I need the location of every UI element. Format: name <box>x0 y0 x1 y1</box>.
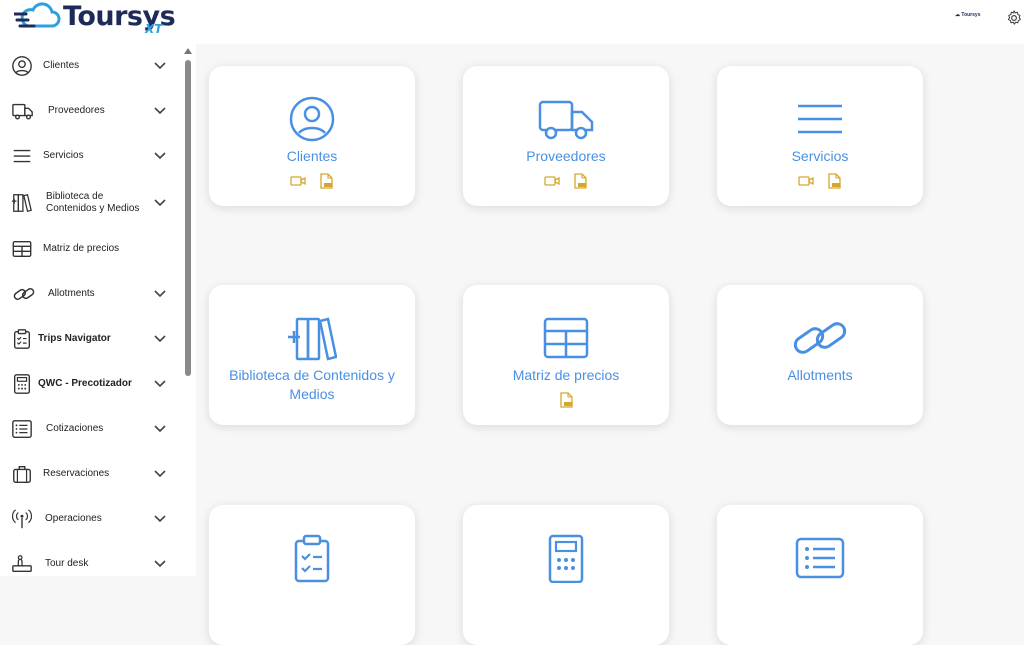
gear-icon[interactable] <box>1005 9 1023 27</box>
card-clientes[interactable]: Clientes <box>209 66 415 206</box>
chevron-down-icon[interactable] <box>154 515 166 523</box>
card-title: Proveedores <box>526 148 606 164</box>
sidebar-item-biblioteca[interactable]: Biblioteca de Contenidos y Medios <box>0 183 180 223</box>
card-title: Matriz de precios <box>512 367 620 383</box>
video-icon[interactable] <box>290 173 306 189</box>
video-icon[interactable] <box>544 173 560 189</box>
pdf-icon[interactable] <box>318 173 334 189</box>
sidebar-item-label: Proveedores <box>48 105 105 116</box>
sidebar-item-label: Clientes <box>43 60 80 71</box>
sidebar-item-qwc[interactable]: QWC - Precotizador <box>0 364 180 404</box>
pdf-icon[interactable] <box>572 173 588 189</box>
sidebar-item-proveedores[interactable]: Proveedores <box>0 91 180 131</box>
brand-logo[interactable]: Toursys XT <box>12 2 176 42</box>
card-title: Servicios <box>791 148 849 164</box>
pdf-icon[interactable] <box>558 392 574 408</box>
top-bar: Toursys XT ☁ Toursys <box>0 0 1024 44</box>
mini-brand-logo: ☁ Toursys <box>955 12 981 18</box>
card-resource-links <box>209 173 415 189</box>
sidebar-item-allotments[interactable]: Allotments <box>0 274 180 314</box>
chevron-down-icon[interactable] <box>154 290 166 298</box>
chevron-down-icon[interactable] <box>154 560 166 568</box>
user-circle-icon <box>289 96 335 142</box>
card-title-line1: Biblioteca de Contenidos y <box>229 367 395 383</box>
calculator-icon <box>13 374 31 394</box>
sidebar-item-servicios[interactable]: Servicios <box>0 136 180 176</box>
card-title: Biblioteca de Contenidos y Medios <box>209 366 415 404</box>
list-icon <box>12 420 32 438</box>
card-servicios[interactable]: Servicios <box>717 66 923 206</box>
sidebar-item-label: Allotments <box>48 288 95 299</box>
menu-lines-icon <box>798 104 842 134</box>
books-icon <box>11 193 32 213</box>
card-title: Clientes <box>286 148 338 164</box>
sidebar-item-trips-navigator[interactable]: Trips Navigator <box>0 319 180 359</box>
antenna-icon <box>11 509 33 529</box>
card-title-line2: Medios <box>289 386 335 402</box>
sidebar-item-operaciones[interactable]: Operaciones <box>0 499 180 539</box>
chevron-down-icon[interactable] <box>154 199 166 207</box>
chevron-down-icon[interactable] <box>154 152 166 160</box>
pdf-icon[interactable] <box>826 173 842 189</box>
card-resource-links <box>717 173 923 189</box>
sidebar-item-label: Cotizaciones <box>46 423 104 434</box>
card-trips-navigator[interactable] <box>209 505 415 645</box>
user-circle-icon <box>12 56 32 76</box>
chevron-down-icon[interactable] <box>154 62 166 70</box>
sidebar-item-label: Tour desk <box>45 558 89 569</box>
sidebar-item-reservaciones[interactable]: Reservaciones <box>0 454 180 494</box>
card-resource-links <box>463 173 669 189</box>
card-cotizaciones[interactable] <box>717 505 923 645</box>
sidebar-item-clientes[interactable]: Clientes <box>0 46 180 86</box>
sidebar-item-label-line1: Biblioteca de <box>46 191 104 202</box>
chevron-down-icon[interactable] <box>154 380 166 388</box>
truck-icon <box>12 103 33 120</box>
sidebar: Clientes Proveedores Servicios Bibliotec… <box>0 44 196 576</box>
scrollbar-thumb[interactable] <box>185 60 191 376</box>
sidebar-item-label: Operaciones <box>45 513 102 524</box>
chevron-down-icon[interactable] <box>154 335 166 343</box>
sidebar-item-cotizaciones[interactable]: Cotizaciones <box>0 409 180 449</box>
mini-brand-text: Toursys <box>961 12 981 18</box>
card-biblioteca[interactable]: Biblioteca de Contenidos y Medios <box>209 285 415 425</box>
table-icon <box>12 240 32 258</box>
sidebar-item-label: QWC - Precotizador <box>38 378 132 389</box>
sidebar-item-label: Trips Navigator <box>38 333 111 344</box>
sidebar-item-matriz[interactable]: Matriz de precios <box>0 229 180 269</box>
sidebar-item-label: Matriz de precios <box>43 243 120 254</box>
tour-desk-icon <box>12 555 32 573</box>
video-icon[interactable] <box>798 173 814 189</box>
card-allotments[interactable]: Allotments <box>717 285 923 425</box>
scroll-up-arrow-icon[interactable] <box>184 48 192 54</box>
clipboard-icon <box>13 329 31 349</box>
menu-lines-icon <box>13 149 31 163</box>
cloud-logo-icon <box>12 2 61 28</box>
sidebar-item-label-line2: Contenidos y Medios <box>46 203 140 214</box>
truck-icon <box>538 100 594 140</box>
brand-suffix: XT <box>145 22 163 36</box>
sidebar-item-label: Reservaciones <box>43 468 110 479</box>
sidebar-item-label: Biblioteca de Contenidos y Medios <box>46 191 139 215</box>
card-title: Allotments <box>787 367 853 383</box>
card-matriz-precios[interactable]: Matriz de precios <box>463 285 669 425</box>
link-icon <box>793 322 847 354</box>
sidebar-item-label: Servicios <box>43 150 84 161</box>
luggage-icon <box>13 465 31 483</box>
card-resource-links <box>463 392 669 408</box>
link-icon <box>13 288 35 300</box>
table-icon <box>543 317 589 359</box>
sidebar-item-tour-desk[interactable]: Tour desk <box>0 544 180 584</box>
chevron-down-icon[interactable] <box>154 425 166 433</box>
chevron-down-icon[interactable] <box>154 107 166 115</box>
books-icon <box>288 317 337 361</box>
card-qwc-precotizador[interactable] <box>463 505 669 645</box>
chevron-down-icon[interactable] <box>154 470 166 478</box>
card-proveedores[interactable]: Proveedores <box>463 66 669 206</box>
